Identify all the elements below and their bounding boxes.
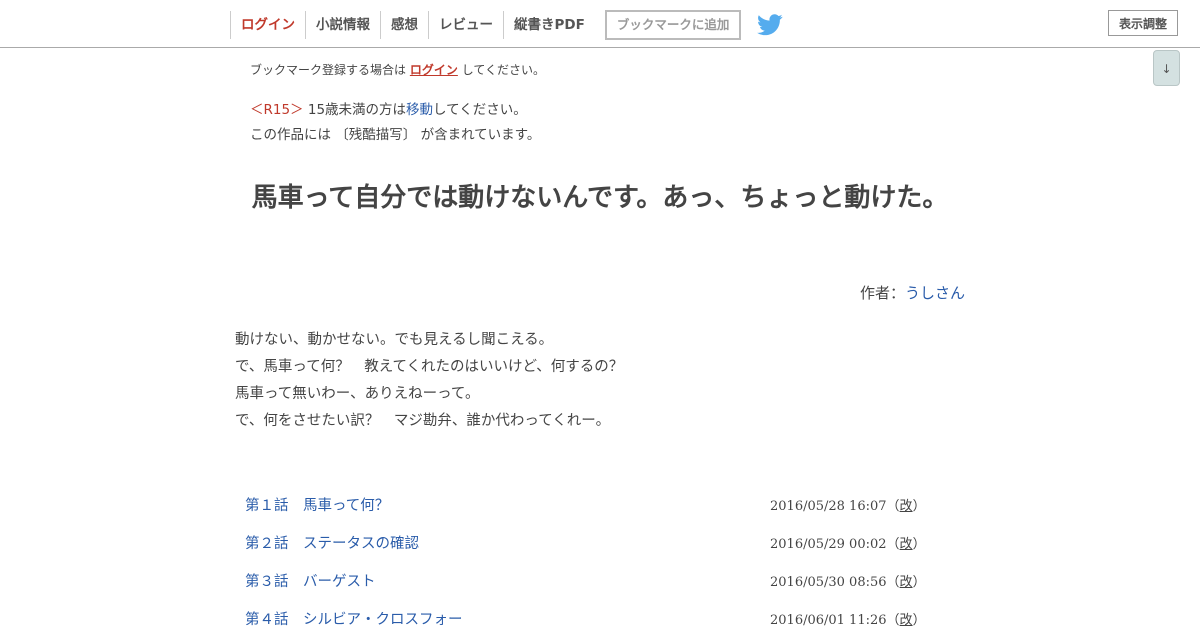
revised-link[interactable]: 改 [900, 537, 913, 552]
chapter-row: 第３話 バーゲスト 2016/05/30 08:56（改） [235, 561, 955, 599]
display-settings-button[interactable]: 表示調整 [1108, 10, 1178, 36]
age-notice-before: 15歳未満の方は [307, 102, 407, 118]
chapter-title-link[interactable]: 第３話 バーゲスト [245, 570, 376, 591]
chapter-title-link[interactable]: 第１話 馬車って何？ [245, 494, 389, 515]
synopsis-line: 馬車って無いわー、ありえねーって。 [235, 386, 480, 402]
author-line: 作者：うしさん [860, 282, 965, 303]
revised-link[interactable]: 改 [900, 575, 913, 590]
age-notice-after: してください。 [433, 102, 527, 118]
chapter-row: 第１話 馬車って何？ 2016/05/28 16:07（改） [235, 485, 955, 523]
nav-review[interactable]: レビュー [428, 11, 503, 39]
chapter-date-text: 2016/05/28 16:07 [770, 499, 887, 514]
r15-tag: ＜R15＞ [250, 102, 304, 118]
age-notice: ＜R15＞ 15歳未満の方は移動してください。 [250, 98, 527, 118]
paren-close: ） [912, 613, 926, 628]
twitter-bird-icon[interactable] [757, 14, 783, 36]
nav-vertical-pdf[interactable]: 縦書きPDF [503, 11, 595, 39]
bookmark-add-button[interactable]: ブックマークに追加 [604, 10, 742, 40]
chapter-date-text: 2016/05/30 08:56 [770, 575, 887, 590]
bookmark-note-after: してください。 [461, 63, 545, 77]
paren-open: （ [886, 537, 900, 552]
top-bar: ログイン 小説情報 感想 レビュー 縦書きPDF ブックマークに追加 表示調整 [0, 0, 1200, 48]
paren-open: （ [886, 499, 900, 514]
revised-link[interactable]: 改 [900, 499, 913, 514]
novel-title: 馬車って自分では動けないんです。あっ、ちょっと動けた。 [251, 183, 949, 213]
nav-impressions[interactable]: 感想 [380, 11, 428, 39]
paren-close: ） [912, 575, 926, 590]
nav-login[interactable]: ログイン [230, 11, 305, 39]
scroll-down-button[interactable]: ↓ [1153, 50, 1180, 86]
synopsis: 動けない、動かせない。でも見えるし聞こえる。 で、馬車って何？ 教えてくれたのは… [235, 327, 955, 435]
bookmark-note-before: ブックマーク登録する場合は [250, 63, 407, 77]
chapter-date-text: 2016/05/29 00:02 [770, 537, 887, 552]
chapter-date-text: 2016/06/01 11:26 [770, 613, 887, 628]
content-warning: この作品には 〔残酷描写〕 が含まれています。 [250, 127, 541, 143]
chapter-list: 第１話 馬車って何？ 2016/05/28 16:07（改） 第２話 ステータス… [235, 485, 955, 637]
revised-link[interactable]: 改 [900, 613, 913, 628]
author-label: 作者： [860, 284, 906, 302]
synopsis-line: で、何をさせたい訳？ マジ勘弁、誰か代わってくれー。 [235, 413, 611, 429]
paren-close: ） [912, 499, 926, 514]
chapter-title-link[interactable]: 第４話 シルビア・クロスフォー [245, 608, 463, 629]
synopsis-line: で、馬車って何？ 教えてくれたのはいいけど、何するの？ [235, 359, 624, 375]
chapter-date: 2016/05/30 08:56（改） [770, 571, 926, 590]
paren-open: （ [886, 575, 900, 590]
bookmark-note: ブックマーク登録する場合は ログイン してください。 [250, 61, 545, 78]
chapter-row: 第２話 ステータスの確認 2016/05/29 00:02（改） [235, 523, 955, 561]
paren-open: （ [886, 613, 900, 628]
chapter-title-link[interactable]: 第２話 ステータスの確認 [245, 532, 419, 553]
age-notice-move-link[interactable]: 移動 [406, 102, 433, 118]
bookmark-note-login-link[interactable]: ログイン [410, 63, 458, 77]
main-nav: ログイン 小説情報 感想 レビュー 縦書きPDF ブックマークに追加 [230, 10, 783, 40]
chapter-date: 2016/06/01 11:26（改） [770, 609, 926, 628]
synopsis-line: 動けない、動かせない。でも見えるし聞こえる。 [235, 332, 554, 348]
chapter-row: 第４話 シルビア・クロスフォー 2016/06/01 11:26（改） [235, 599, 955, 637]
chapter-date: 2016/05/28 16:07（改） [770, 495, 926, 514]
nav-novel-info[interactable]: 小説情報 [305, 11, 380, 39]
chapter-date: 2016/05/29 00:02（改） [770, 533, 926, 552]
paren-close: ） [912, 537, 926, 552]
author-name-link[interactable]: うしさん [905, 284, 965, 302]
